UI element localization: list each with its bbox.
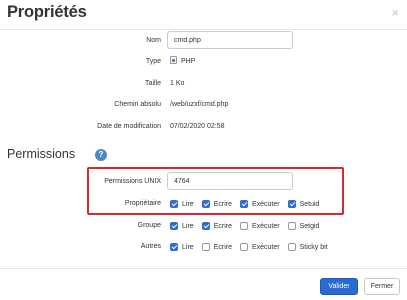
type-label: Type <box>145 58 161 65</box>
checkbox-box[interactable] <box>170 243 178 251</box>
name-input[interactable] <box>167 31 293 49</box>
checkbox-label: Lire <box>182 243 194 251</box>
others-sticky-checkbox[interactable]: Sticky bit <box>287 243 328 251</box>
checkbox-box[interactable] <box>170 222 178 230</box>
others-execute-checkbox[interactable]: Exécuter <box>239 243 280 251</box>
checkbox-box[interactable] <box>239 222 248 230</box>
path-value: /web/uzxf/cmd.php <box>170 101 229 108</box>
size-row: Taille 1 Ko <box>0 74 407 94</box>
group-setgid-checkbox[interactable]: Setgid <box>287 222 320 230</box>
checkbox-box[interactable] <box>170 200 178 208</box>
name-row: Nom <box>0 31 407 51</box>
checkbox-label: Exécuter <box>251 243 280 251</box>
owner-label: Propriétaire <box>124 200 161 207</box>
type-row: Type PHP <box>0 52 407 72</box>
modified-label: Date de modification <box>97 123 161 130</box>
unix-permissions-row: Permissions UNIX <box>0 172 407 192</box>
type-value-wrapper: PHP <box>170 52 195 72</box>
dialog-footer: Valider Fermer <box>0 268 407 300</box>
others-write-checkbox[interactable]: Ecrire <box>201 243 232 251</box>
path-row: Chemin absolu /web/uzxf/cmd.php <box>0 95 407 115</box>
checkbox-box[interactable] <box>287 222 296 230</box>
checkbox-label: Setuid <box>299 200 320 208</box>
checkbox-label: Setgid <box>299 222 320 230</box>
path-label: Chemin absolu <box>114 101 161 108</box>
close-button[interactable]: Fermer <box>364 278 400 295</box>
unix-permissions-label: Permissions UNIX <box>104 178 161 185</box>
checkbox-label: Exécuter <box>251 222 280 230</box>
unix-permissions-input[interactable] <box>167 172 293 190</box>
owner-setuid-checkbox[interactable]: Setuid <box>287 200 320 208</box>
modified-value: 07/02/2020 02:58 <box>170 123 225 130</box>
modified-row: Date de modification 07/02/2020 02:58 <box>0 117 407 137</box>
group-row: Groupe Lire Ecrire Exécuter Setgid <box>0 216 407 236</box>
checkbox-label: Ecrire <box>213 200 232 208</box>
size-label: Taille <box>145 80 161 87</box>
close-icon[interactable]: × <box>391 6 399 19</box>
dialog-title: Propriétés <box>7 3 87 21</box>
checkbox-box[interactable] <box>239 243 248 251</box>
owner-execute-checkbox[interactable]: Exécuter <box>239 200 280 208</box>
checkbox-label: Exécuter <box>251 200 280 208</box>
others-read-checkbox[interactable]: Lire <box>170 243 194 251</box>
name-label: Nom <box>146 37 161 44</box>
validate-button[interactable]: Valider <box>320 278 358 295</box>
checkbox-box[interactable] <box>201 222 210 230</box>
dialog-header: Propriétés × <box>0 0 407 30</box>
owner-read-checkbox[interactable]: Lire <box>170 200 194 208</box>
group-checkboxes: Lire Ecrire Exécuter Setgid <box>170 216 327 236</box>
php-file-icon <box>170 56 177 65</box>
others-label: Autres <box>140 243 161 250</box>
owner-write-checkbox[interactable]: Ecrire <box>201 200 232 208</box>
checkbox-box[interactable] <box>287 243 296 251</box>
properties-dialog: Propriétés × Nom Type PHP Taille 1 Ko Ch… <box>0 0 407 300</box>
owner-checkboxes: Lire Ecrire Exécuter Setuid <box>170 194 327 214</box>
group-execute-checkbox[interactable]: Exécuter <box>239 222 280 230</box>
checkbox-label: Lire <box>182 222 194 230</box>
checkbox-label: Sticky bit <box>299 243 328 251</box>
checkbox-box[interactable] <box>287 200 296 208</box>
group-write-checkbox[interactable]: Ecrire <box>201 222 232 230</box>
owner-row: Propriétaire Lire Ecrire Exécuter Setuid <box>0 194 407 214</box>
group-read-checkbox[interactable]: Lire <box>170 222 194 230</box>
checkbox-box[interactable] <box>201 243 210 251</box>
checkbox-box[interactable] <box>239 200 248 208</box>
help-icon[interactable]: ? <box>95 149 107 161</box>
others-checkboxes: Lire Ecrire Exécuter Sticky bit <box>170 237 336 257</box>
checkbox-box[interactable] <box>201 200 210 208</box>
permissions-section-title: Permissions <box>7 147 76 161</box>
checkbox-label: Ecrire <box>213 243 232 251</box>
type-value: PHP <box>181 58 196 65</box>
checkbox-label: Lire <box>182 200 194 208</box>
size-value: 1 Ko <box>170 80 185 87</box>
checkbox-label: Ecrire <box>213 222 232 230</box>
group-label: Groupe <box>137 222 161 229</box>
others-row: Autres Lire Ecrire Exécuter Sticky bit <box>0 237 407 257</box>
